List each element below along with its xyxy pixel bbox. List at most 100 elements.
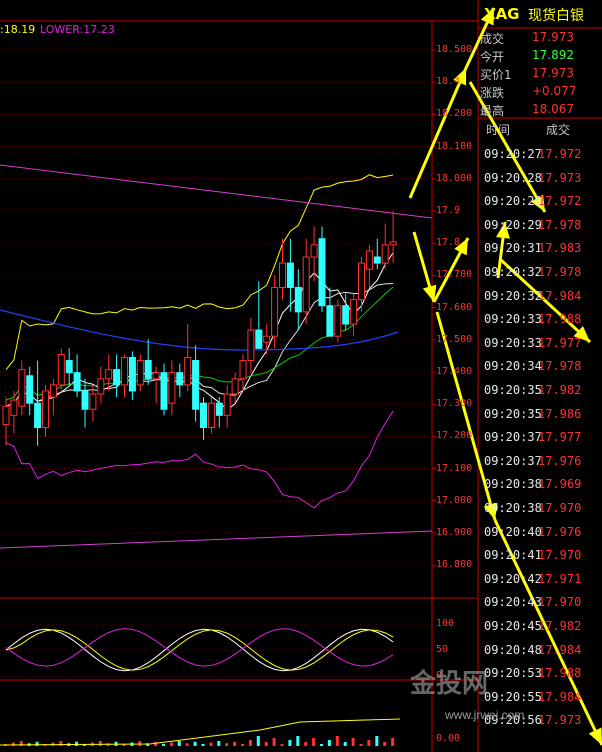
volume-bar xyxy=(351,738,355,746)
candle-body xyxy=(215,402,223,416)
volume-panel xyxy=(0,718,401,746)
tick-price: 17.976 xyxy=(538,524,582,539)
candle-body xyxy=(42,390,49,429)
volume-bar xyxy=(217,741,221,746)
tick-price: 17.973 xyxy=(538,170,582,185)
tick-price: 17.969 xyxy=(538,477,582,492)
tick-row[interactable]: 09:20:40 17.976 xyxy=(480,522,600,545)
tick-price: 17.977 xyxy=(538,335,582,350)
ticks-header-time: 时间 xyxy=(486,123,511,137)
volume-bar xyxy=(335,736,339,746)
quote-header: XAG 现货白银 xyxy=(478,0,602,28)
tick-row[interactable]: 09:20:33 17.988 xyxy=(480,309,600,332)
candle-body xyxy=(97,378,105,395)
tick-time: 09:20:37 xyxy=(484,430,542,445)
tick-row[interactable]: 09:20:37 17.976 xyxy=(480,451,600,474)
volume-bar xyxy=(201,744,205,746)
candle-body xyxy=(342,305,350,325)
price-axis-label: 18.000 xyxy=(436,172,473,184)
tick-row[interactable]: 09:20:38 17.970 xyxy=(480,498,600,521)
tick-price: 17.977 xyxy=(538,430,582,445)
candle-body xyxy=(373,256,381,264)
indicator-lower-value: LOWER:17.23 xyxy=(40,23,115,36)
candle-body xyxy=(318,238,326,307)
tick-time: 09:20:41 xyxy=(484,548,542,563)
tick-time: 09:20:35 xyxy=(484,406,542,421)
tick-price: 17.970 xyxy=(538,501,582,515)
tick-row[interactable]: 09:20:38 17.969 xyxy=(480,474,600,497)
tick-price: 17.984 xyxy=(538,689,582,704)
volume-bar xyxy=(272,738,276,746)
candle-body xyxy=(358,262,365,301)
candle-body xyxy=(286,262,294,288)
tick-row[interactable]: 09:20:48 17.984 xyxy=(480,640,600,663)
tick-row[interactable]: 09:20:53 17.988 xyxy=(480,663,600,686)
price-axis-label: 18.4 xyxy=(436,76,461,88)
quote-row: 涨跌 +0.077 xyxy=(480,84,600,102)
volume-bar xyxy=(193,741,197,746)
tick-row[interactable]: 09:20:32 17.978 xyxy=(480,262,600,285)
tick-row[interactable]: 09:20:28 17.972 xyxy=(480,191,600,214)
tick-price: 17.970 xyxy=(538,595,582,610)
volume-axis-label: 0.00 xyxy=(436,733,461,744)
osc-axis-label: 100 xyxy=(436,618,455,629)
tick-time: 09:20:55 xyxy=(484,689,542,704)
candle-body xyxy=(34,402,42,429)
osc-axis-label: 50 xyxy=(436,644,449,655)
volume-bar xyxy=(11,742,15,746)
quote-panel: XAG 现货白银 成交 17.973 今开 17.892 买价1 17.973 涨跌 +0.0… xyxy=(478,0,602,752)
tick-row[interactable]: 09:20:42 17.971 xyxy=(480,569,600,592)
candle-body xyxy=(184,356,192,386)
candle-body xyxy=(389,241,397,246)
volume-bar xyxy=(233,741,237,746)
tick-time: 09:20:33 xyxy=(484,335,542,350)
quote-row: 成交 17.973 xyxy=(480,30,600,48)
tick-row[interactable]: 09:20:33 17.977 xyxy=(480,333,600,356)
volume-bar xyxy=(327,740,331,746)
candle-body xyxy=(128,356,136,392)
tick-row[interactable]: 09:20:43 17.970 xyxy=(480,592,600,615)
tick-row[interactable]: 09:20:32 17.984 xyxy=(480,286,600,309)
tick-row[interactable]: 09:20:27 17.972 xyxy=(480,144,600,167)
tick-row[interactable]: 09:20:29 17.978 xyxy=(480,215,600,238)
volume-bar xyxy=(225,743,229,746)
candle-body xyxy=(2,405,10,425)
candle-body xyxy=(239,360,247,380)
volume-bar xyxy=(343,742,347,746)
tick-time: 09:20:28 xyxy=(484,170,542,185)
price-axis-label: 17.400 xyxy=(436,366,473,377)
tick-row[interactable]: 09:20:55 17.984 xyxy=(480,687,600,710)
tick-price: 17.978 xyxy=(538,359,582,374)
tick-row[interactable]: 09:20:34 17.978 xyxy=(480,356,600,379)
price-axis-label: 17.700 xyxy=(436,269,473,281)
tick-price: 17.978 xyxy=(538,217,582,232)
candle-body xyxy=(136,360,144,386)
volume-bar xyxy=(59,741,63,746)
candle-body xyxy=(105,369,113,380)
candle-body xyxy=(350,299,358,325)
tick-row[interactable]: 09:20:45 17.982 xyxy=(480,616,600,639)
tick-time: 09:20:38 xyxy=(484,501,542,515)
tick-row[interactable]: 09:20:37 17.977 xyxy=(480,427,600,450)
candle-body xyxy=(365,250,373,270)
candle-body xyxy=(168,372,176,404)
tick-price: 17.971 xyxy=(538,571,582,586)
price-axis-label: 17.8 xyxy=(436,237,461,249)
volume-bar xyxy=(264,742,268,746)
candle-body xyxy=(65,360,73,374)
tick-price: 17.976 xyxy=(538,453,582,468)
candle-body xyxy=(263,335,271,343)
volume-bar xyxy=(75,741,79,746)
tick-row[interactable]: 09:20:35 17.986 xyxy=(480,404,600,427)
volume-bar xyxy=(169,742,173,746)
volume-bar xyxy=(320,744,323,746)
trend-line-lower xyxy=(0,530,433,549)
tick-row[interactable]: 09:20:31 17.983 xyxy=(480,238,600,261)
tick-row[interactable]: 09:20:35 17.982 xyxy=(480,380,600,403)
volume-bar xyxy=(177,741,181,746)
candle-body xyxy=(310,244,318,258)
tick-row[interactable]: 09:20:28 17.973 xyxy=(480,168,600,191)
tick-row[interactable]: 09:20:41 17.970 xyxy=(480,545,600,568)
candle-body xyxy=(223,393,231,416)
indicator-bar: :18.19 LOWER:17.23 xyxy=(0,20,430,40)
